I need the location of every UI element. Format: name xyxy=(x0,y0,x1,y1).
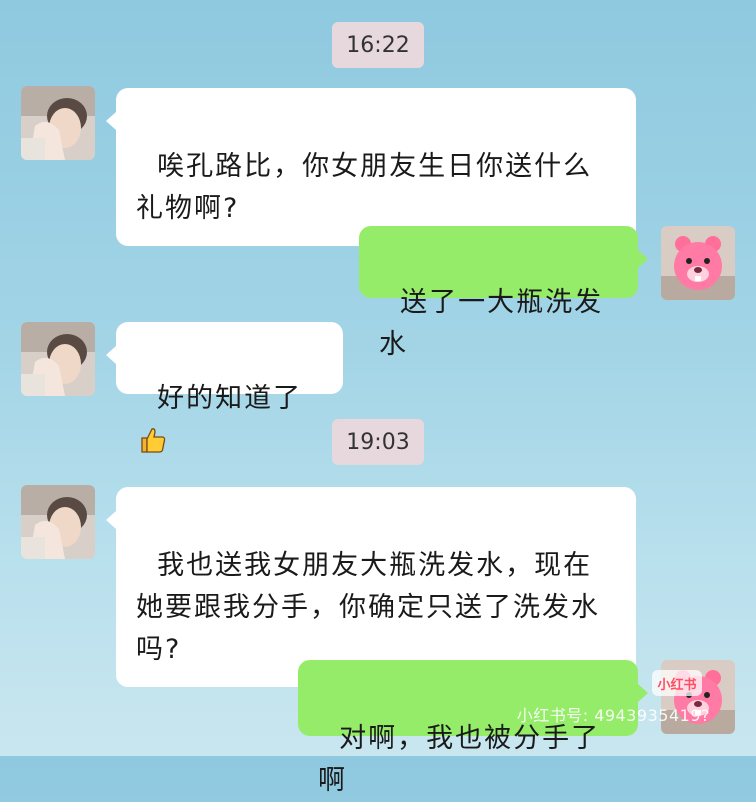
received-message-bubble[interactable]: 唉孔路比，你女朋友生日你送什么礼物啊? xyxy=(106,88,636,246)
received-message-bubble[interactable]: 好的知道了 xyxy=(106,322,343,453)
received-message-bubble[interactable]: 我也送我女朋友大瓶洗发水，现在她要跟我分手，你确定只送了洗发水吗? xyxy=(106,487,636,687)
watermark-id: 小红书号: 4943935419? xyxy=(517,702,710,726)
timestamp-pill: 16:22 xyxy=(332,22,424,68)
watermark-id-text: 小红书号: 4943935419? xyxy=(516,706,710,725)
friend-avatar[interactable] xyxy=(21,485,95,559)
sent-message-bubble[interactable]: 送了一大瓶洗发水 xyxy=(359,226,648,360)
watermark-logo-text: 小红书 xyxy=(657,677,697,693)
self-avatar[interactable] xyxy=(661,226,735,300)
message-text: 对啊，我也被分手了啊 xyxy=(318,723,601,796)
xiaohongshu-logo: 小红书 xyxy=(652,670,702,696)
timestamp-pill: 19:03 xyxy=(332,419,424,465)
thumbs-up-icon xyxy=(138,425,168,468)
friend-avatar[interactable] xyxy=(21,322,95,396)
message-text: 唉孔路比，你女朋友生日你送什么礼物啊? xyxy=(136,151,593,224)
message-text: 好的知道了 xyxy=(157,383,303,414)
timestamp-text: 16:22 xyxy=(346,32,410,58)
timestamp-text: 19:03 xyxy=(346,429,410,455)
message-text: 我也送我女朋友大瓶洗发水，现在她要跟我分手，你确定只送了洗发水吗? xyxy=(136,550,600,665)
message-text: 送了一大瓶洗发水 xyxy=(379,287,604,360)
friend-avatar[interactable] xyxy=(21,86,95,160)
